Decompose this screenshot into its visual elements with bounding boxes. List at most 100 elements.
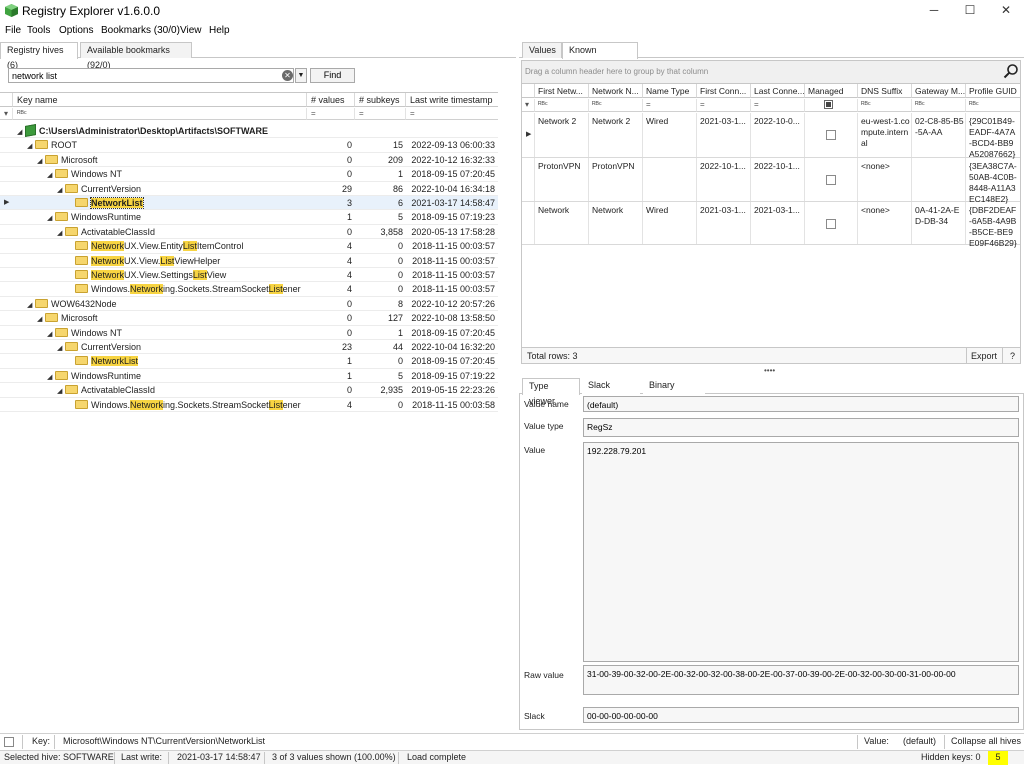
tree-row[interactable]: ◢ Windows NT 0 1 2018-09-15 07:20:45	[0, 167, 498, 182]
net-filter-name-type[interactable]: =	[643, 99, 697, 112]
status-checkbox[interactable]	[4, 737, 14, 747]
net-filter-network-name[interactable]: ᴿᴮᶜ	[589, 99, 643, 112]
clear-search-icon[interactable]: ✕	[282, 70, 293, 81]
net-filter-first-network[interactable]: ᴿᴮᶜ	[535, 99, 589, 112]
find-button[interactable]: Find	[310, 68, 355, 83]
subkeys-count: 0	[397, 270, 403, 280]
tree-row[interactable]: ◢ Microsoft 0 127 2022-10-08 13:58:50	[0, 311, 498, 326]
group-by-panel[interactable]: Drag a column header here to group by th…	[521, 60, 1021, 84]
tab-binary-viewer[interactable]: Binary viewer	[643, 378, 705, 405]
export-button[interactable]: Export	[971, 351, 997, 361]
tree-row[interactable]: NetworkUX.View.ListViewHelper 4 0 2018-11-1…	[0, 254, 498, 268]
tree-row[interactable]: NetworkUX.View.SettingsListView 4 0 2018-11…	[0, 268, 498, 283]
tab-values[interactable]: Values	[522, 42, 562, 58]
column-divider	[857, 113, 858, 157]
col-dns-suffix[interactable]: DNS Suffix	[858, 84, 912, 98]
tree-row[interactable]: NetworkList 1 0 2018-09-15 07:20:45	[0, 354, 498, 369]
tab-available-bookmarks[interactable]: Available bookmarks (92/0)	[80, 42, 192, 70]
subkeys-count: 0	[397, 356, 403, 367]
profile-guid-cell: {DBF2DEAF-6A5B-4A9B-B5CE-BE9E09F46B29}	[969, 205, 1017, 248]
menu-file[interactable]: File	[5, 25, 21, 36]
search-input[interactable]	[8, 68, 294, 83]
menu-options[interactable]: Options	[59, 25, 93, 36]
tree-row[interactable]: ◢ Windows NT 0 1 2018-09-15 07:20:45	[0, 326, 498, 340]
network-row[interactable]: Network Network Wired 2021-03-1... 2021-03-1…	[522, 202, 1020, 248]
menu-help[interactable]: Help	[209, 25, 230, 36]
filter-key-name[interactable]: ᴿᴮᶜ	[13, 108, 307, 120]
close-button[interactable]: ✕	[988, 0, 1024, 22]
net-filter-last-connect[interactable]: =	[751, 99, 805, 112]
tree-row[interactable]: Windows.Networking.Sockets.StreamSocketL…	[0, 398, 498, 412]
tree-row[interactable]: ◢ CurrentVersion 23 44 2022-10-04 16:32:20	[0, 340, 498, 355]
menu-bookmarks[interactable]: Bookmarks (30/0)	[101, 25, 180, 36]
help-button[interactable]: ?	[1010, 351, 1015, 361]
tree-row[interactable]: ◢ CurrentVersion 29 86 2022-10-04 16:34:18	[0, 182, 498, 196]
net-filter-gateway-mac[interactable]: ᴿᴮᶜ	[912, 99, 966, 112]
tab-known-networks[interactable]: Known networks	[562, 42, 638, 70]
col-values[interactable]: # values	[307, 93, 355, 107]
column-divider	[804, 113, 805, 157]
tree-row[interactable]: ◢ WindowsRuntime 1 5 2018-09-15 07:19:23	[0, 210, 498, 225]
hive-root-row[interactable]: ◢ C:\Users\Administrator\Desktop\Artifact…	[0, 124, 498, 139]
col-profile-guid[interactable]: Profile GUID	[966, 84, 1020, 98]
tree-row[interactable]: ◢ ActivatableClassId 0 3,858 2020-05-13 17:5…	[0, 225, 498, 240]
network-row[interactable]: ▶ Network 2 Network 2 Wired 2021-03-1... 2022…	[522, 113, 1020, 159]
tree-row[interactable]: ◢ ROOT 0 15 2022-09-13 06:00:33	[0, 138, 498, 153]
maximize-button[interactable]: ☐	[952, 0, 988, 22]
col-key-name[interactable]: Key name	[13, 93, 307, 107]
col-last-write[interactable]: Last write timestamp	[406, 93, 498, 107]
column-divider	[642, 158, 643, 201]
col-first-connect[interactable]: First Conn...	[697, 84, 751, 98]
col-name-type[interactable]: Name Type	[643, 84, 697, 98]
divider	[966, 348, 967, 363]
tree-row[interactable]: ◢ ActivatableClassId 0 2,935 2019-05-15 22:2…	[0, 383, 498, 398]
last-write-ts: 2018-11-15 00:03:57	[412, 241, 495, 252]
managed-checkbox[interactable]	[826, 219, 836, 229]
value-type-field[interactable]: RegSz	[583, 418, 1019, 437]
menu-view[interactable]: View	[180, 25, 202, 36]
tree-row[interactable]: NetworkUX.View.EntityListItemControl 4 0 20…	[0, 239, 498, 254]
filter-values[interactable]: =	[307, 108, 355, 120]
managed-checkbox[interactable]	[826, 175, 836, 185]
filter-subkeys[interactable]: =	[355, 108, 406, 120]
net-filter-first-connect[interactable]: =	[697, 99, 751, 112]
tree-row[interactable]: ◢ WOW6432Node 0 8 2022-10-12 20:57:26	[0, 297, 498, 312]
splitter-grip-icon[interactable]: ••••	[764, 366, 775, 375]
tab-type-viewer[interactable]: Type viewer	[522, 378, 580, 406]
values-count: 0	[346, 327, 352, 338]
net-filter-dns-suffix[interactable]: ᴿᴮᶜ	[858, 99, 912, 112]
raw-value-field[interactable]: 31-00-39-00-32-00-2E-00-32-00-32-00-38-0…	[583, 665, 1019, 695]
minimize-button[interactable]: ─	[916, 0, 952, 22]
network-row[interactable]: ProtonVPN ProtonVPN 2022-10-1... 2022-10-1.…	[522, 158, 1020, 204]
last-write-ts: 2018-11-15 00:03:57	[412, 270, 495, 280]
col-subkeys[interactable]: # subkeys	[355, 93, 406, 107]
col-gateway-mac[interactable]: Gateway M...	[912, 84, 966, 98]
left-tab-strip: Registry hives (6) Available bookmarks (…	[0, 42, 516, 70]
value-field[interactable]: 192.228.79.201	[583, 442, 1019, 662]
key-name: WOW6432Node	[51, 299, 117, 309]
tree-row[interactable]: ▶ NetworkList 3 6 2021-03-17 14:58:47	[0, 196, 498, 211]
tree-row[interactable]: Windows.Networking.Sockets.StreamSocketL…	[0, 282, 498, 297]
filter-last-write[interactable]: =	[406, 108, 498, 120]
slack-field[interactable]: 00-00-00-00-00-00	[583, 707, 1019, 723]
net-filter-managed[interactable]	[805, 99, 858, 112]
menu-tools[interactable]: Tools	[27, 25, 50, 36]
value-name-field[interactable]: (default)	[583, 396, 1019, 412]
col-first-network[interactable]: First Netw...	[535, 84, 589, 98]
col-network-name[interactable]: Network N...	[589, 84, 643, 98]
tree-row[interactable]: ◢ Microsoft 0 209 2022-10-12 16:32:33	[0, 153, 498, 168]
values-count: 4	[346, 399, 352, 410]
col-last-connect[interactable]: Last Conne...	[751, 84, 805, 98]
tab-slack-viewer[interactable]: Slack viewer	[582, 378, 640, 405]
tab-registry-hives[interactable]: Registry hives (6)	[0, 42, 78, 70]
collapse-all-hives-button[interactable]: Collapse all hives	[951, 736, 1021, 746]
app-cube-icon	[5, 4, 18, 17]
col-managed[interactable]: Managed	[805, 84, 858, 98]
tree-row[interactable]: ◢ WindowsRuntime 1 5 2018-09-15 07:19:22	[0, 369, 498, 384]
search-history-dropdown[interactable]: ▼	[295, 68, 307, 83]
net-filter-profile-guid[interactable]: ᴿᴮᶜ	[966, 99, 1020, 112]
key-name-part: Microsoft	[61, 313, 98, 324]
divider	[168, 752, 169, 764]
managed-checkbox[interactable]	[826, 130, 836, 140]
search-icon[interactable]	[1003, 63, 1019, 79]
